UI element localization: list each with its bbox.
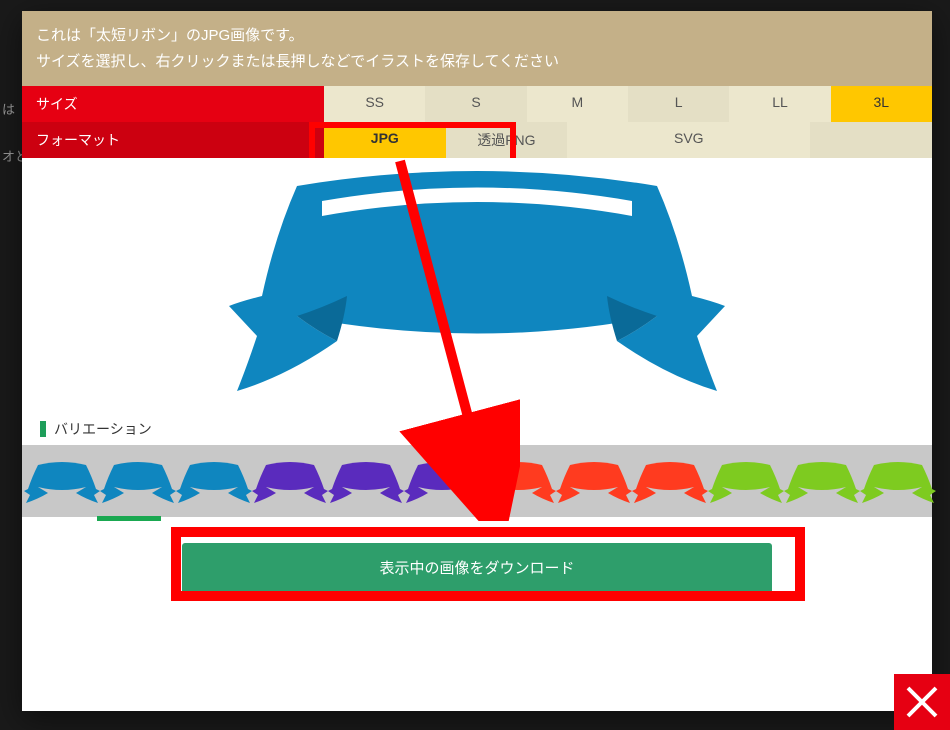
size-label: サイズ: [22, 86, 324, 122]
variation-item-8[interactable]: [632, 459, 708, 503]
download-button[interactable]: 表示中の画像をダウンロード: [182, 543, 772, 598]
variation-item-0[interactable]: [24, 459, 100, 503]
size-option-ss[interactable]: SS: [324, 86, 425, 122]
variation-item-6[interactable]: [480, 459, 556, 503]
download-area: 表示中の画像をダウンロード: [22, 517, 932, 608]
header-line1: これは「太短リボン」のJPG画像です。: [36, 23, 918, 49]
size-option-s[interactable]: S: [425, 86, 526, 122]
variation-item-2[interactable]: [176, 459, 252, 503]
size-option-ll[interactable]: LL: [729, 86, 830, 122]
variation-item-5[interactable]: [404, 459, 480, 503]
variation-item-10[interactable]: [784, 459, 860, 503]
image-preview: [22, 158, 932, 417]
size-row: サイズ SS S M L LL 3L: [22, 86, 932, 122]
format-option-svg[interactable]: SVG: [567, 122, 810, 158]
variation-item-9[interactable]: [708, 459, 784, 503]
variation-item-3[interactable]: [252, 459, 328, 503]
format-label: フォーマット: [22, 122, 324, 158]
format-option-png[interactable]: 透過PNG: [446, 122, 568, 158]
header-line2: サイズを選択し、右クリックまたは長押しなどでイラストを保存してください: [36, 49, 918, 75]
format-option-jpg[interactable]: JPG: [324, 122, 446, 158]
variation-item-4[interactable]: [328, 459, 404, 503]
format-spacer: [810, 122, 932, 158]
size-option-3l[interactable]: 3L: [831, 86, 932, 122]
size-option-l[interactable]: L: [628, 86, 729, 122]
close-button[interactable]: [894, 674, 950, 730]
size-option-m[interactable]: M: [527, 86, 628, 122]
variation-item-1[interactable]: [100, 459, 176, 503]
ribbon-icon: [227, 166, 727, 406]
variation-title-row: バリエーション: [22, 417, 932, 445]
close-icon: [902, 682, 942, 722]
download-modal: これは「太短リボン」のJPG画像です。 サイズを選択し、右クリックまたは長押しな…: [22, 11, 932, 711]
modal-header: これは「太短リボン」のJPG画像です。 サイズを選択し、右クリックまたは長押しな…: [22, 11, 932, 86]
bg-text: は: [2, 99, 15, 118]
accent-bar: [40, 421, 46, 437]
variation-item-7[interactable]: [556, 459, 632, 503]
variation-strip: [22, 445, 932, 517]
variation-item-11[interactable]: [860, 459, 936, 503]
format-row: フォーマット JPG 透過PNG SVG: [22, 122, 932, 158]
variation-title: バリエーション: [54, 419, 152, 439]
